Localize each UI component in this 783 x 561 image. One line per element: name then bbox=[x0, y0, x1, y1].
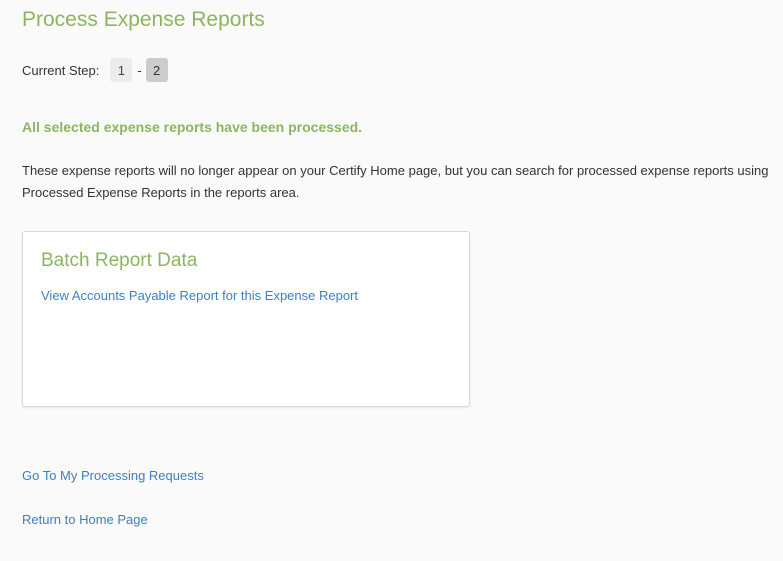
page-title: Process Expense Reports bbox=[22, 8, 265, 31]
go-to-processing-requests-link[interactable]: Go To My Processing Requests bbox=[22, 467, 204, 485]
info-text: These expense reports will no longer app… bbox=[22, 163, 769, 200]
step-indicator: Current Step: 1 - 2 bbox=[22, 58, 168, 82]
success-message: All selected expense reports have been p… bbox=[22, 119, 363, 135]
step-1-badge: 1 bbox=[110, 58, 133, 82]
batch-report-title: Batch Report Data bbox=[41, 250, 198, 271]
return-to-home-link[interactable]: Return to Home Page bbox=[22, 511, 148, 529]
batch-report-panel: Batch Report Data View Accounts Payable … bbox=[22, 231, 470, 407]
step-2-badge: 2 bbox=[145, 58, 168, 82]
current-step-label: Current Step: bbox=[22, 62, 100, 78]
view-ap-report-link[interactable]: View Accounts Payable Report for this Ex… bbox=[41, 287, 358, 305]
step-separator: - bbox=[137, 62, 142, 78]
